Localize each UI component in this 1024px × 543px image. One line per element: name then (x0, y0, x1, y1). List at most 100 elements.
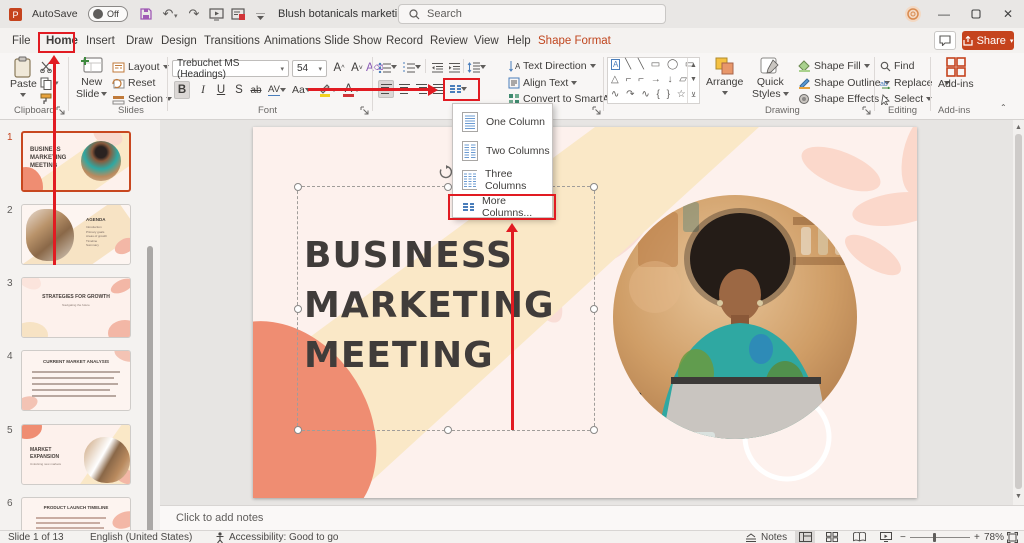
underline-button[interactable]: U (213, 81, 229, 99)
tab-view[interactable]: View (472, 32, 501, 51)
accessibility-status[interactable]: Accessibility: Good to go (215, 532, 339, 543)
collapse-ribbon-icon[interactable]: ⌃ (1000, 103, 1007, 112)
slideshow-view-button[interactable] (876, 531, 896, 543)
layout-button[interactable]: Layout (112, 59, 169, 75)
bullets-button[interactable] (378, 58, 397, 76)
normal-view-button[interactable] (795, 531, 815, 543)
slide-title-text[interactable]: BUSINESS MARKETING MEETING (304, 231, 555, 381)
resize-handle[interactable] (590, 183, 598, 191)
scroll-down-icon[interactable]: ▼ (1013, 491, 1024, 503)
zoom-slider-thumb[interactable] (933, 533, 936, 542)
quick-access-more-icon[interactable] (252, 9, 268, 25)
tab-slideshow[interactable]: Slide Show (322, 32, 384, 51)
shapes-row-icons[interactable]: ∿ ↷ ∿ { } ☆ (611, 89, 688, 100)
slide-editor[interactable]: BUSINESS MARKETING MEETING (253, 127, 917, 498)
character-spacing-button[interactable]: AV (268, 81, 286, 99)
slide-thumbnail-5[interactable]: MARKET EXPANSION Unlocking new markets (21, 424, 131, 485)
tab-design[interactable]: Design (159, 32, 199, 51)
slide-sorter-view-button[interactable] (822, 531, 842, 543)
avatar[interactable] (905, 6, 921, 22)
text-direction-button[interactable]: A Text Direction (508, 58, 596, 74)
paragraph-dialog-launcher-icon[interactable] (592, 106, 601, 115)
share-button[interactable]: Share ▾ (962, 31, 1014, 50)
slide-thumbnail-2[interactable]: AGENDA Introduction Primary goals Areas of… (21, 204, 131, 265)
zoom-level[interactable]: 78% (984, 532, 1004, 543)
language-indicator[interactable]: English (United States) (90, 532, 192, 543)
shape-outline-button[interactable]: Shape Outline (798, 75, 890, 91)
resize-handle[interactable] (590, 305, 598, 313)
tab-animations[interactable]: Animations (262, 32, 323, 51)
drawing-dialog-launcher-icon[interactable] (862, 106, 871, 115)
notes-toggle-button[interactable]: Notes (745, 532, 787, 543)
find-button[interactable]: Find (880, 58, 914, 74)
resize-handle[interactable] (294, 426, 302, 434)
clipboard-dialog-launcher-icon[interactable] (56, 106, 65, 115)
notes-pane[interactable]: Click to add notes (160, 505, 1024, 530)
slide-thumbnail-4[interactable]: CURRENT MARKET ANALYSIS (21, 350, 131, 411)
start-slideshow-icon[interactable] (208, 6, 224, 22)
close-button[interactable]: ✕ (992, 0, 1024, 28)
thumbnail-scrollbar[interactable] (146, 242, 154, 543)
rotate-handle-icon[interactable] (439, 165, 453, 179)
tab-transitions[interactable]: Transitions (202, 32, 262, 51)
reset-button[interactable]: Reset (112, 75, 155, 91)
align-text-button[interactable]: Align Text (508, 75, 578, 91)
tab-draw[interactable]: Draw (124, 32, 155, 51)
search-input[interactable]: Search (398, 4, 666, 24)
slide-thumbnail-3[interactable]: STRATEGIES FOR GROWTH Navigating the fut… (21, 277, 131, 338)
resize-handle[interactable] (444, 183, 452, 191)
resize-handle[interactable] (444, 426, 452, 434)
reading-view-button[interactable] (849, 531, 869, 543)
resize-handle[interactable] (294, 183, 302, 191)
maximize-button[interactable] (960, 0, 992, 28)
tab-record[interactable]: Record (384, 32, 425, 51)
shapes-row-icons[interactable]: A ╲ ╲ ▭ ◯ ▭ (611, 59, 696, 70)
shapes-row-icons[interactable]: △ ⌐ ⌐ → ↓ ▱ (611, 74, 689, 85)
tab-review[interactable]: Review (428, 32, 470, 51)
export-icon[interactable] (230, 6, 246, 22)
menu-item-two-columns[interactable]: Two Columns (453, 136, 552, 165)
save-icon[interactable] (138, 6, 154, 22)
tab-shape-format[interactable]: Shape Format (536, 32, 613, 51)
grow-font-button[interactable]: A ^ (331, 59, 347, 77)
line-spacing-button[interactable] (467, 58, 486, 76)
comments-button[interactable] (934, 31, 956, 50)
resize-handle[interactable] (590, 426, 598, 434)
italic-button[interactable]: I (195, 81, 211, 99)
increase-indent-button[interactable] (446, 58, 462, 76)
resize-handle[interactable] (294, 305, 302, 313)
shrink-font-button[interactable]: A ˅ (349, 59, 365, 77)
undo-dropdown-chevron-icon[interactable]: ▾ (174, 12, 178, 20)
tab-insert[interactable]: Insert (84, 32, 117, 51)
minimize-button[interactable]: — (928, 0, 960, 28)
quick-styles-button[interactable]: Quick Styles (752, 56, 789, 100)
redo-icon[interactable]: ↷ (186, 6, 202, 22)
paste-button[interactable]: Paste (10, 56, 37, 100)
shadow-button[interactable]: S (231, 81, 247, 99)
zoom-in-button[interactable]: + (974, 532, 980, 543)
slide-thumbnail-6[interactable]: PRODUCT LAUNCH TIMELINE (21, 497, 131, 530)
fit-slide-button[interactable] (1007, 532, 1018, 543)
menu-item-one-column[interactable]: One Column (453, 107, 552, 136)
menu-item-three-columns[interactable]: Three Columns (453, 165, 552, 194)
shapes-gallery[interactable]: A ╲ ╲ ▭ ◯ ▭ △ ⌐ ⌐ → ↓ ▱ ∿ ↷ ∿ { } ☆ ▲ ▼ ⊻ (607, 57, 700, 104)
bold-button[interactable]: B (174, 81, 190, 99)
slide-thumbnail-1[interactable]: BUSINESS MARKETING MEETING (21, 131, 131, 192)
arrange-button[interactable]: Arrange (706, 56, 743, 98)
scrollbar-thumb[interactable] (1015, 134, 1022, 489)
new-slide-button[interactable]: New Slide (76, 56, 108, 100)
scroll-up-icon[interactable]: ▲ (1013, 122, 1024, 134)
font-size-combo[interactable]: 54 ▾ (292, 60, 327, 77)
decrease-indent-button[interactable] (429, 58, 445, 76)
font-family-combo[interactable]: Trebuchet MS (Headings) ▾ (172, 58, 289, 80)
shapes-scrollbar[interactable]: ▲ ▼ ⊻ (687, 58, 699, 103)
autosave-toggle[interactable]: Off (88, 6, 128, 22)
font-dialog-launcher-icon[interactable] (360, 106, 369, 115)
numbering-button[interactable] (402, 58, 421, 76)
strikethrough-button[interactable]: ab (248, 81, 264, 99)
zoom-out-button[interactable]: − (900, 532, 906, 543)
addins-button[interactable]: Add-ins (938, 56, 974, 90)
canvas-scrollbar[interactable]: ▲ ▼ (1013, 120, 1024, 505)
tab-help[interactable]: Help (505, 32, 533, 51)
tab-file[interactable]: File (10, 32, 33, 51)
